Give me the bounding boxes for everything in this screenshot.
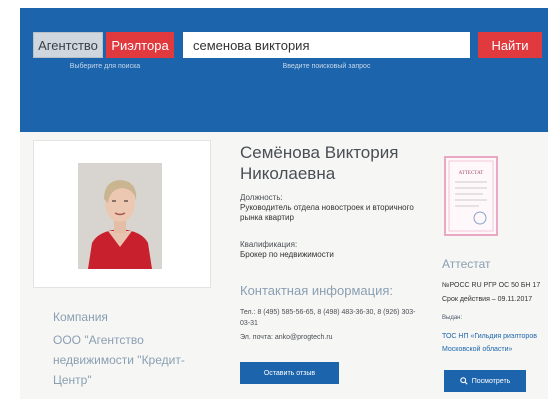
search-input[interactable]: семенова виктория	[183, 32, 470, 58]
find-button[interactable]: Найти	[478, 32, 542, 58]
agency-toggle-button[interactable]: Агентство	[33, 32, 103, 58]
certificate-valid-until: Срок действия – 09.11.2017	[442, 296, 533, 303]
view-certificate-label: Посмотреть	[471, 377, 511, 385]
email-address: Эл. почта: anko@progtech.ru	[240, 334, 333, 341]
profile-photo	[78, 163, 162, 269]
company-label: Компания	[53, 310, 108, 324]
qualification-label: Квалификация:	[240, 240, 298, 249]
issued-by-link[interactable]: ТОС НП «Гильдия риэлторов Московской обл…	[442, 330, 546, 356]
certificate-thumb-title: АТТЕСТАТ	[459, 171, 484, 176]
position-block: Должность: Руководитель отдела новострое…	[240, 193, 420, 223]
qualification-value: Брокер по недвижимости	[240, 250, 334, 259]
company-name: ООО "Агентство недвижимости "Кредит-Цент…	[53, 333, 185, 387]
position-label: Должность:	[240, 193, 283, 202]
photo-card	[33, 140, 211, 288]
top-strip	[0, 0, 548, 8]
leave-review-button[interactable]: Оставить отзыв	[240, 362, 339, 384]
issued-by-label: Выдан:	[442, 315, 463, 321]
realtor-name: Семёнова Виктория Николаевна	[240, 143, 399, 183]
certificate-thumbnail[interactable]: АТТЕСТАТ	[444, 156, 498, 236]
phone-numbers: Тел.: 8 (495) 585-56-65, 8 (498) 483-36-…	[240, 309, 416, 327]
attestat-title: Аттестат	[442, 257, 491, 271]
qualification-block: Квалификация: Брокер по недвижимости	[240, 240, 420, 260]
search-query-hint: Введите поисковый запрос	[282, 63, 371, 70]
certificate-number: №РОСС RU РГР ОС 50 БН 17	[442, 282, 541, 289]
left-gutter	[0, 0, 20, 399]
search-icon	[459, 377, 468, 385]
view-certificate-button[interactable]: Посмотреть	[444, 370, 526, 392]
search-type-hint: Выберите для поиска	[69, 63, 141, 70]
contacts-title: Контактная информация:	[240, 283, 393, 298]
position-value: Руководитель отдела новостроек и вторичн…	[240, 203, 414, 222]
realtor-toggle-button[interactable]: Риэлтора	[106, 32, 174, 58]
